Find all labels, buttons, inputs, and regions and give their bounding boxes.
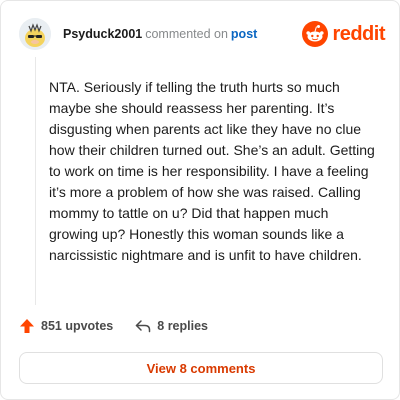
comment-actions: 851 upvotes 8 replies (19, 318, 208, 334)
comment-header: Psyduck2001 commented on post reddit (19, 17, 385, 51)
comment-byline: Psyduck2001 commented on post (63, 26, 257, 42)
reddit-alien-icon (302, 21, 329, 47)
user-avatar[interactable] (19, 18, 51, 50)
reply-count: 8 replies (157, 319, 208, 333)
view-comments-button[interactable]: View 8 comments (19, 352, 383, 384)
username-link[interactable]: Psyduck2001 (63, 26, 142, 42)
post-link[interactable]: post (231, 26, 257, 42)
upvote-button[interactable]: 851 upvotes (19, 318, 113, 334)
upvote-count: 851 upvotes (41, 319, 114, 333)
thread-line (35, 57, 36, 305)
reddit-logo[interactable]: reddit (302, 21, 385, 47)
replies-button[interactable]: 8 replies (135, 319, 208, 333)
reply-arrow-icon (136, 320, 151, 333)
upvote-arrow-icon (20, 319, 34, 333)
reddit-wordmark: reddit (332, 22, 385, 45)
comment-body: NTA. Seriously if telling the truth hurt… (49, 79, 375, 263)
psyduck-avatar-icon (19, 18, 51, 50)
commented-on-text: commented on (145, 27, 228, 41)
comment-card: Psyduck2001 commented on post reddit NTA… (0, 0, 400, 400)
